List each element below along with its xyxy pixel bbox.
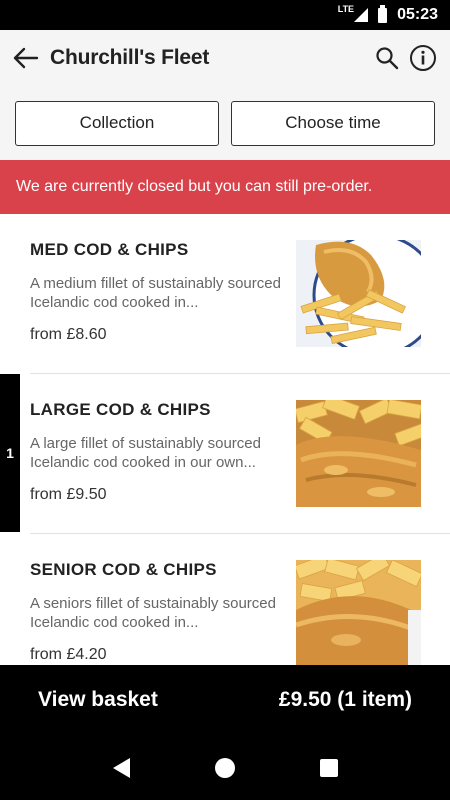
nav-back-icon[interactable] — [112, 757, 130, 778]
collection-button[interactable]: Collection — [15, 100, 219, 146]
fish-and-chips-image — [296, 560, 421, 665]
menu-item[interactable]: MED COD & CHIPS A medium fillet of susta… — [0, 214, 450, 374]
item-name: SENIOR COD & CHIPS — [30, 560, 217, 579]
system-nav-bar — [0, 735, 450, 800]
info-icon[interactable] — [408, 43, 438, 73]
closed-banner: We are currently closed but you can stil… — [0, 160, 450, 214]
nav-home-icon[interactable] — [214, 757, 235, 778]
status-time: 05:23 — [397, 6, 438, 23]
signal-icon — [354, 8, 369, 22]
menu-item[interactable]: 1 LARGE COD & CHIPS A large fillet of su… — [0, 374, 450, 534]
fish-and-chips-image — [296, 240, 421, 347]
search-icon[interactable] — [372, 43, 402, 73]
app-bar: Churchill's Fleet — [0, 30, 450, 86]
item-name: MED COD & CHIPS — [30, 240, 189, 259]
battery-icon — [378, 4, 388, 23]
status-bar: LTE 05:23 — [0, 0, 450, 30]
item-name: LARGE COD & CHIPS — [30, 400, 211, 419]
view-basket-button[interactable]: View basket £9.50 (1 item) — [0, 665, 450, 735]
basket-total: £9.50 (1 item) — [278, 688, 412, 711]
arrow-left-icon[interactable] — [12, 44, 40, 72]
basket-label: View basket — [38, 688, 158, 711]
menu-list: MED COD & CHIPS A medium fillet of susta… — [0, 214, 450, 665]
page-title: Churchill's Fleet — [50, 46, 210, 69]
menu-item[interactable]: SENIOR COD & CHIPS A seniors fillet of s… — [0, 534, 450, 665]
choose-time-button[interactable]: Choose time — [231, 100, 435, 146]
item-description: A large fillet of sustainably sourced Ic… — [30, 435, 261, 471]
fish-and-chips-image — [296, 400, 421, 507]
nav-recents-icon[interactable] — [319, 758, 338, 777]
item-description: A medium fillet of sustainably sourced I… — [30, 275, 281, 311]
quantity-badge: 1 — [0, 374, 20, 532]
item-description: A seniors fillet of sustainably sourced … — [30, 595, 276, 631]
order-options: Collection Choose time — [0, 86, 450, 160]
network-type: LTE — [337, 4, 355, 14]
